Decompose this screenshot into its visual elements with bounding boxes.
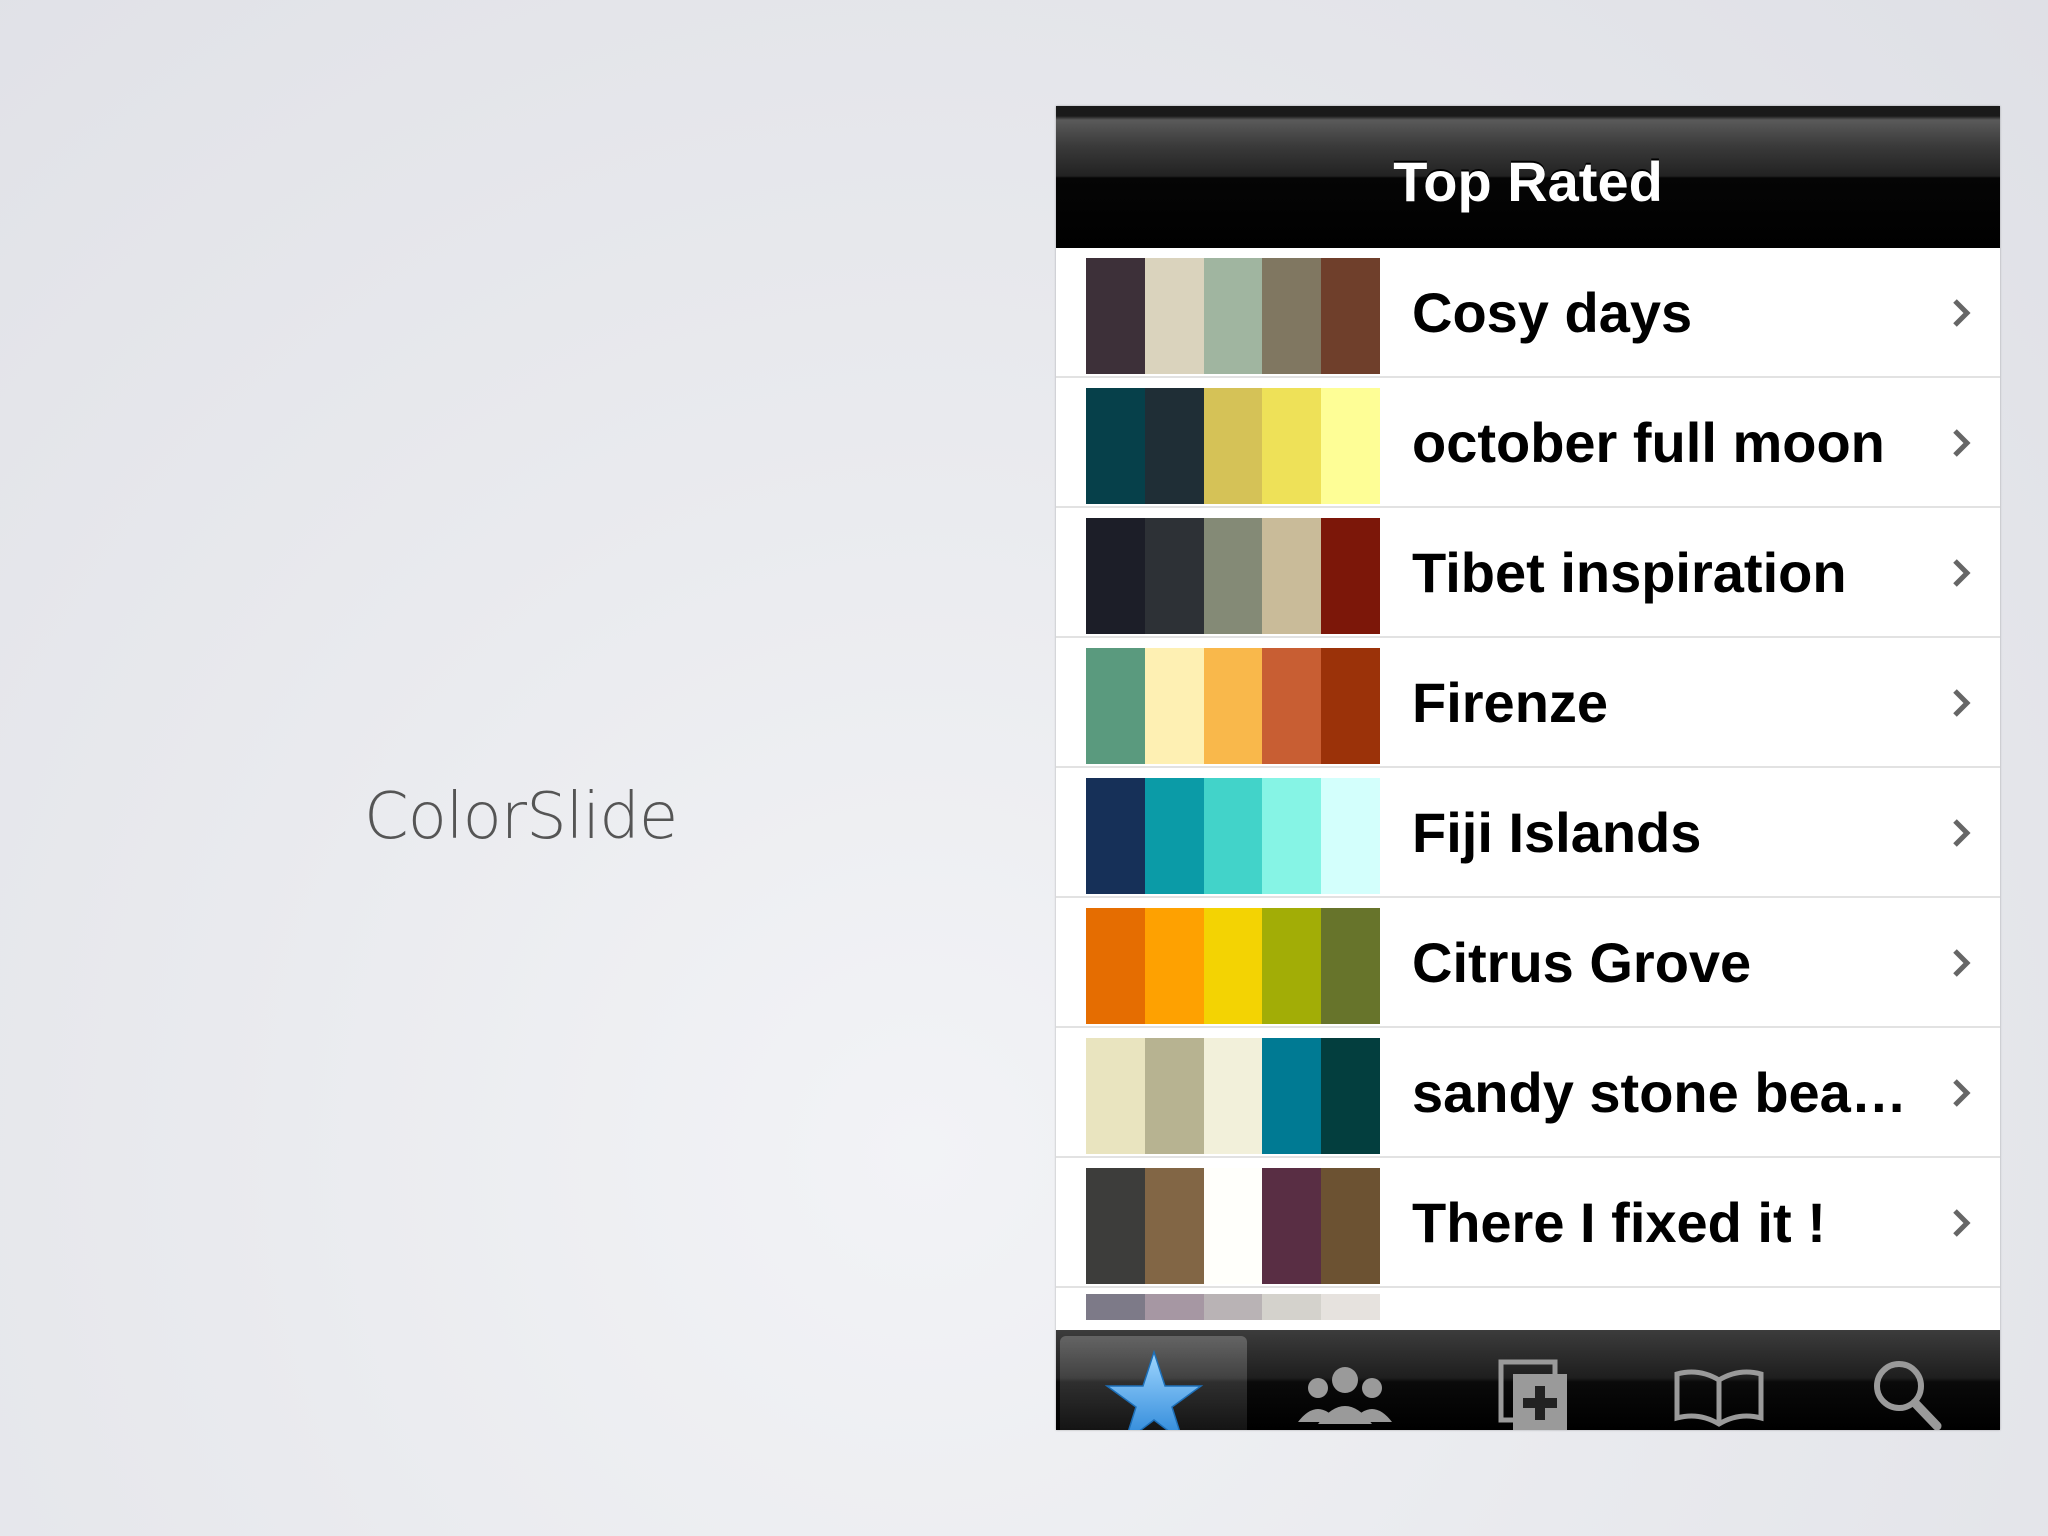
color-swatch [1086,908,1145,1024]
chevron-right-icon [1953,949,1971,977]
tab-library[interactable] [1626,1330,1813,1430]
chevron-right-icon [1953,299,1971,327]
palette-row[interactable]: Cosy days [1056,248,2000,378]
chevron-right-icon [1953,429,1971,457]
color-swatch [1144,388,1204,504]
book-icon [1674,1369,1764,1427]
color-swatch [1086,1168,1145,1284]
palette-name: Cosy days [1412,281,1693,344]
palette-row[interactable]: Firenze [1056,638,2000,768]
color-swatch [1321,518,1380,634]
color-swatch [1144,648,1204,764]
color-swatch [1086,258,1145,374]
color-swatch [1203,1168,1263,1284]
palette-name: october full moon [1412,411,1885,474]
color-swatch [1144,778,1204,894]
chevron-right-icon [1953,1209,1971,1237]
color-swatch [1262,1168,1322,1284]
search-icon [1874,1361,1942,1430]
color-swatch [1203,778,1263,894]
color-swatch [1086,518,1145,634]
slide-title: ColorSlide [364,780,678,854]
color-swatch [1262,778,1322,894]
color-swatch [1086,1038,1145,1154]
chevron-right-icon [1953,689,1971,717]
palette-row-partial[interactable] [1056,1288,2000,1328]
color-swatch [1144,1294,1204,1320]
color-swatch [1086,388,1145,504]
color-swatch [1203,518,1263,634]
palette-name: There I fixed it ! [1412,1191,1826,1254]
palette-name: Firenze [1412,671,1609,734]
palette-swatches [1086,258,1380,374]
color-swatch [1144,518,1204,634]
color-swatch [1262,518,1322,634]
palette-row[interactable]: Fiji Islands [1056,768,2000,898]
color-swatch [1321,1038,1380,1154]
palette-swatches [1086,778,1380,894]
color-swatch [1086,1294,1145,1320]
palette-swatches [1086,1168,1380,1284]
tab-search[interactable] [1813,1330,2000,1430]
palette-swatches [1086,648,1380,764]
navbar-title: Top Rated [1393,150,1663,213]
color-swatch [1144,908,1204,1024]
palette-swatches [1086,1294,1380,1320]
color-swatch [1086,648,1145,764]
color-swatch [1321,1294,1380,1320]
palette-row[interactable]: Tibet inspiration [1056,508,2000,638]
chevron-right-icon [1953,819,1971,847]
palette-name: Citrus Grove [1412,931,1752,994]
navigation-bar: Top Rated [1056,106,2000,248]
tab-top-rated[interactable] [1060,1336,1248,1430]
color-swatch [1144,258,1204,374]
color-swatch [1144,1168,1204,1284]
star-icon [1104,1349,1203,1430]
color-swatch [1203,1038,1263,1154]
color-swatch [1203,908,1263,1024]
palette-list[interactable]: Cosy days october full moon Tibet inspirat… [1056,248,2000,1330]
palette-row[interactable]: Citrus Grove [1056,898,2000,1028]
palette-swatches [1086,908,1380,1024]
color-swatch [1203,648,1263,764]
chevron-right-icon [1953,559,1971,587]
phone-screen: Top Rated Cosy days october full moon Tibe… [1056,106,2000,1430]
color-swatch [1321,648,1380,764]
palette-name: sandy stone bea… [1412,1061,1907,1124]
palette-name: Fiji Islands [1412,801,1702,864]
color-swatch [1262,648,1322,764]
color-swatch [1321,388,1380,504]
palette-swatches [1086,388,1380,504]
color-swatch [1321,908,1380,1024]
tab-create[interactable] [1438,1330,1625,1430]
color-swatch [1203,258,1263,374]
palette-name: Tibet inspiration [1412,541,1847,604]
color-swatch [1144,1038,1204,1154]
color-swatch [1321,1168,1380,1284]
color-swatch [1321,258,1380,374]
color-swatch [1262,1038,1322,1154]
palette-row[interactable]: october full moon [1056,378,2000,508]
palette-swatches [1086,1038,1380,1154]
palette-row[interactable]: sandy stone bea… [1056,1028,2000,1158]
color-swatch [1262,1294,1322,1320]
chevron-right-icon [1953,1079,1971,1107]
color-swatch [1262,258,1322,374]
color-swatch [1262,388,1322,504]
color-swatch [1086,778,1145,894]
color-swatch [1321,778,1380,894]
color-swatch [1203,388,1263,504]
palette-row[interactable]: There I fixed it ! [1056,1158,2000,1288]
color-swatch [1262,908,1322,1024]
color-swatch [1203,1294,1263,1320]
people-icon [1297,1367,1392,1424]
tab-community[interactable] [1251,1330,1438,1430]
tab-bar [1056,1330,2000,1430]
add-palette-icon [1498,1359,1567,1430]
palette-swatches [1086,518,1380,634]
